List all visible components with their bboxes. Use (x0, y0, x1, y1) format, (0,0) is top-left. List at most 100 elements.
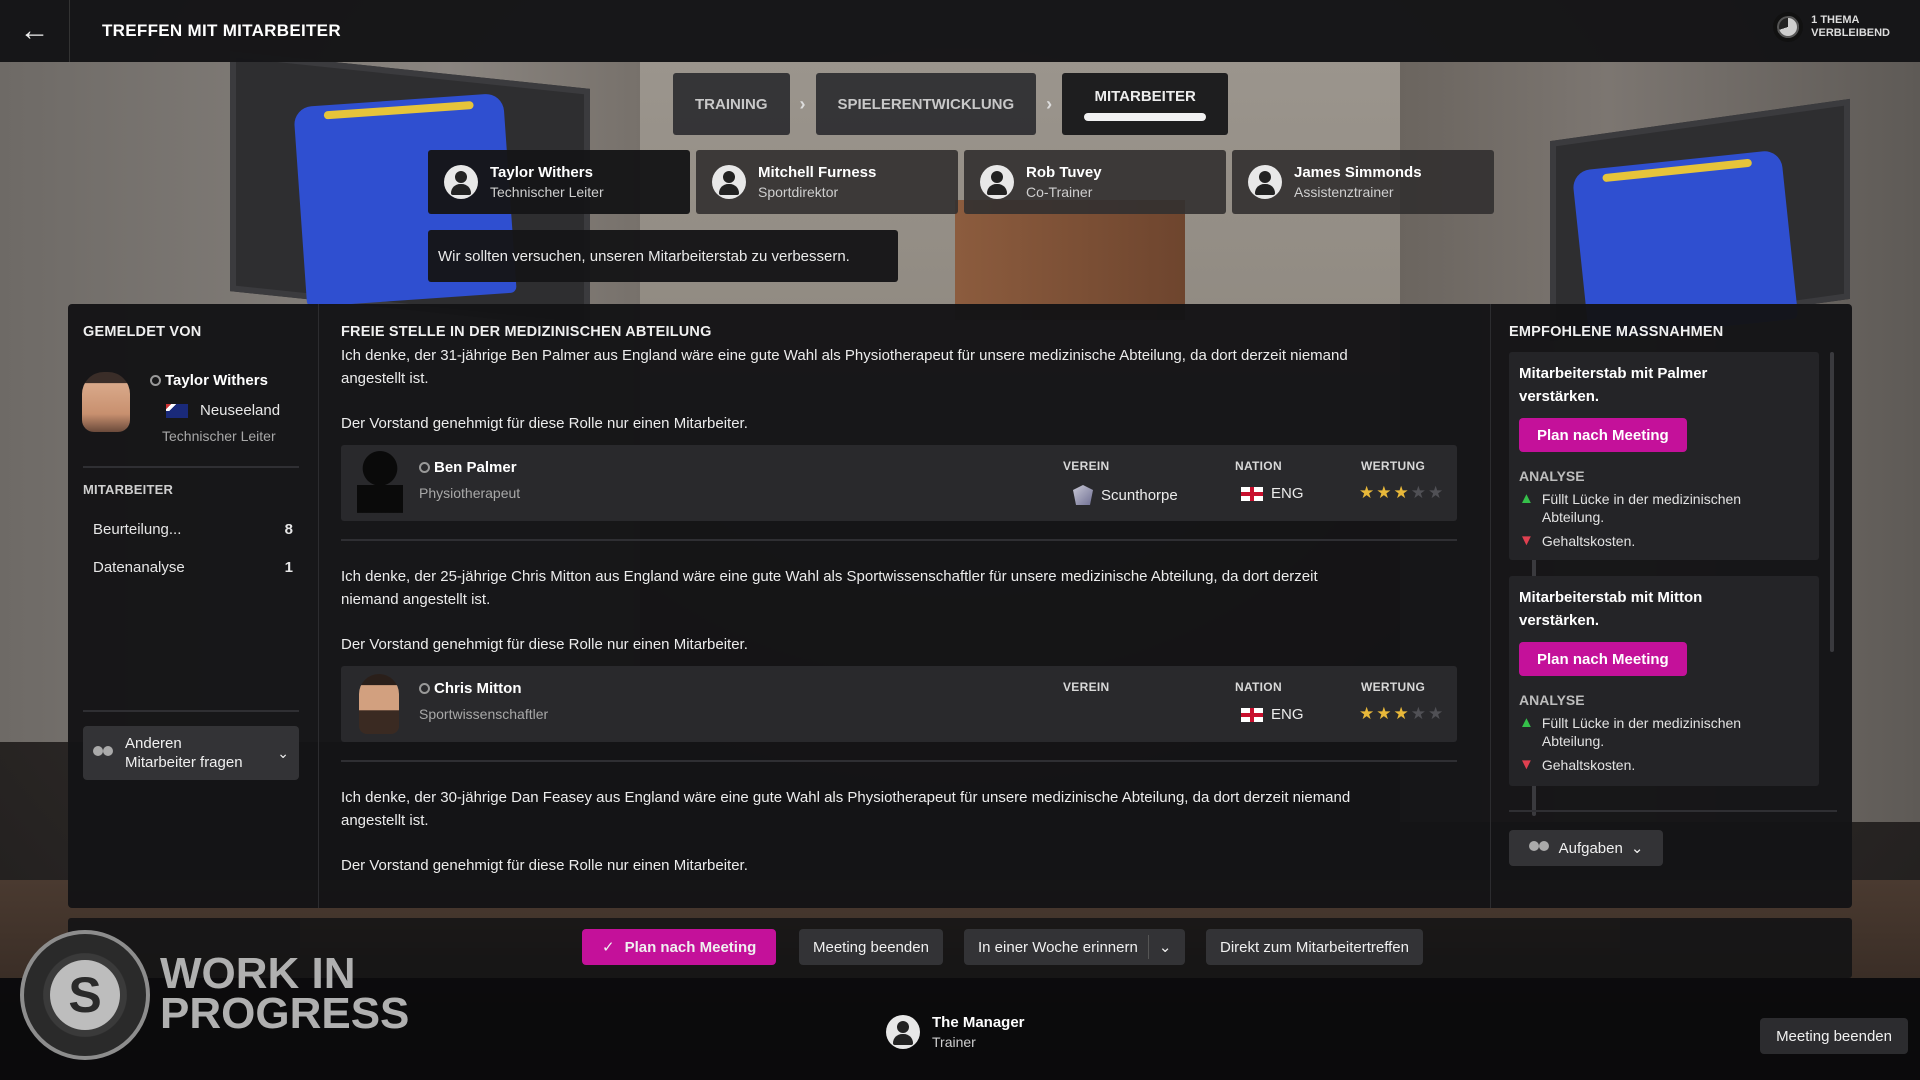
tab-player-development[interactable]: SPIELERENTWICKLUNG (815, 73, 1037, 135)
staff-role: Co-Trainer (1026, 184, 1093, 200)
list-item-count: 8 (284, 520, 293, 538)
tab-label: MITARBEITER (1094, 87, 1196, 105)
tasks-dropdown[interactable]: Aufgaben ⌄ (1509, 830, 1663, 866)
nation-code: ENG (1271, 485, 1304, 502)
star-filled-icon: ★ (1359, 483, 1375, 502)
back-button[interactable]: ← (0, 0, 70, 62)
topic-count-label: 1 THEMA (1811, 14, 1860, 26)
candidate-nation: ENG (1241, 485, 1304, 502)
staff-section-title: MITARBEITER (83, 482, 174, 497)
star-filled-icon: ★ (1393, 704, 1409, 723)
divider (341, 539, 1457, 541)
staff-name: James Simmonds (1294, 164, 1422, 181)
main-panel: GEMELDET VON Taylor Withers Neuseeland T… (68, 304, 1852, 908)
avatar (359, 674, 399, 734)
group-icon (1528, 839, 1551, 857)
candidate-name: Chris Mitton (434, 680, 522, 697)
candidate-card-ben-palmer[interactable]: Ben Palmer Physiotherapeut VEREIN NATION… (341, 445, 1457, 521)
staff-name: Mitchell Furness (758, 164, 877, 181)
plan-after-meeting-button[interactable]: ✓ Plan nach Meeting (582, 929, 777, 965)
recommendation-card-palmer: Mitarbeiterstab mit Palmer verstärken. P… (1509, 352, 1819, 560)
staff-name: Taylor Withers (490, 164, 593, 181)
direct-staff-meeting-button[interactable]: Direkt zum Mitarbeitertreffen (1206, 929, 1423, 965)
list-item-label: Beurteilung... (93, 520, 182, 538)
button-label: Meeting beenden (813, 938, 929, 956)
plan-after-meeting-button[interactable]: Plan nach Meeting (1519, 418, 1687, 452)
topic-counter: 1 THEMA VERBLEIBEND (1773, 12, 1890, 42)
staff-card-rob-tuvey[interactable]: Rob Tuvey Co-Trainer (964, 150, 1226, 214)
tasks-label: Aufgaben (1558, 839, 1623, 857)
topic-remaining-label: VERBLEIBEND (1811, 27, 1890, 39)
divider (341, 760, 1457, 762)
active-tab-indicator (1084, 112, 1207, 121)
button-label: Plan nach Meeting (624, 938, 757, 956)
recommendation-line: angestellt ist. (341, 370, 429, 387)
analysis-text: Gehaltskosten. (1541, 533, 1636, 549)
flag-eng-icon (1241, 486, 1263, 501)
ask-label-line2: Mitarbeiter fragen (125, 754, 243, 771)
reporter-card[interactable]: Taylor Withers Neuseeland Technischer Le… (80, 364, 300, 444)
staff-card-mitchell-furness[interactable]: Mitchell Furness Sportdirektor (696, 150, 958, 214)
person-icon (444, 165, 478, 199)
candidate-role: Physiotherapeut (419, 485, 521, 501)
tab-training[interactable]: TRAINING (673, 73, 790, 135)
recommendation-title-line: Mitarbeiterstab mit Mitton (1519, 589, 1703, 606)
rating-header: WERTUNG (1361, 680, 1426, 694)
recommendation-title-line: Mitarbeiterstab mit Palmer (1519, 365, 1708, 382)
analysis-text: Füllt Lücke in der medizinischen (1541, 715, 1742, 731)
speech-bubble: Wir sollten versuchen, unseren Mitarbeit… (428, 230, 898, 282)
nation-header: NATION (1235, 680, 1282, 694)
vacancy-title: FREIE STELLE IN DER MEDIZINISCHEN ABTEIL… (341, 324, 712, 340)
staff-role: Sportdirektor (758, 184, 839, 200)
chevron-right-icon: › (799, 93, 806, 114)
analysis-title: ANALYSE (1519, 692, 1585, 708)
reporter-nation: Neuseeland (200, 402, 281, 419)
candidate-card-chris-mitton[interactable]: Chris Mitton Sportwissenschaftler VEREIN… (341, 666, 1457, 742)
remind-in-week-button[interactable]: In einer Woche erinnern ⌄ (964, 929, 1186, 965)
watermark-line: PROGRESS (160, 989, 410, 1038)
actions-scrollbar[interactable] (1830, 352, 1834, 652)
flag-nz-icon (166, 404, 188, 418)
analysis-text: Gehaltskosten. (1541, 757, 1636, 773)
thumbs-up-icon: ▲ (1519, 490, 1534, 507)
star-empty-icon: ★ (1410, 704, 1426, 723)
recommended-actions-column: EMPFOHLENE MASSNAHMEN Mitarbeiterstab mi… (1490, 304, 1852, 908)
analysis-con: ▼ Gehaltskosten. (1519, 756, 1799, 774)
top-bar: ← TREFFEN MIT MITARBEITER 1 THEMA VERBLE… (0, 0, 1920, 62)
nation-header: NATION (1235, 459, 1282, 473)
tab-staff[interactable]: MITARBEITER (1062, 73, 1229, 135)
board-note: Der Vorstand genehmigt für diese Rolle n… (341, 857, 748, 874)
recommended-title: EMPFOHLENE MASSNAHMEN (1509, 324, 1724, 340)
arrow-left-icon: ← (19, 14, 50, 47)
end-meeting-footer-button[interactable]: Meeting beenden (1760, 1018, 1908, 1054)
board-note: Der Vorstand genehmigt für diese Rolle n… (341, 636, 748, 653)
star-rating: ★ ★ ★ ★ ★ (1359, 704, 1443, 724)
candidate-recommendation: Ich denke, der 30-jährige Dan Feasey aus… (341, 786, 1350, 832)
plan-after-meeting-button[interactable]: Plan nach Meeting (1519, 642, 1687, 676)
group-icon (93, 744, 115, 762)
staff-selector: Taylor Withers Technischer Leiter Mitche… (428, 150, 1494, 214)
chevron-down-icon: ⌄ (1630, 840, 1644, 857)
staff-card-taylor-withers[interactable]: Taylor Withers Technischer Leiter (428, 150, 690, 214)
thumbs-down-icon: ▼ (1519, 756, 1534, 773)
chevron-down-icon[interactable]: ⌄ (1159, 938, 1172, 956)
candidate-club[interactable]: Scunthorpe (1073, 485, 1178, 505)
ask-other-staff-button[interactable]: Anderen Mitarbeiter fragen ⌄ (83, 726, 299, 780)
star-filled-icon: ★ (1376, 483, 1392, 502)
staff-topic-list: Beurteilung... 8 Datenanalyse 1 (83, 510, 299, 586)
candidate-role: Sportwissenschaftler (419, 706, 549, 722)
watermark-line: WORK IN (160, 949, 356, 998)
manager-role: Trainer (932, 1034, 976, 1050)
star-filled-icon: ★ (1376, 704, 1392, 723)
vacancy-column: FREIE STELLE IN DER MEDIZINISCHEN ABTEIL… (318, 304, 1558, 908)
end-meeting-button[interactable]: Meeting beenden (799, 929, 943, 965)
flag-eng-icon (1241, 707, 1263, 722)
list-item[interactable]: Beurteilung... 8 (83, 510, 299, 548)
analysis-text: Abteilung. (1541, 509, 1605, 525)
list-item[interactable]: Datenanalyse 1 (83, 548, 299, 586)
club-header: VEREIN (1063, 680, 1110, 694)
reporter-role: Technischer Leiter (162, 428, 276, 444)
candidate-recommendation: Ich denke, der 31-jährige Ben Palmer aus… (341, 344, 1457, 390)
staff-card-james-simmonds[interactable]: James Simmonds Assistenztrainer (1232, 150, 1494, 214)
work-in-progress-watermark: WORK IN PROGRESS (160, 949, 410, 1038)
